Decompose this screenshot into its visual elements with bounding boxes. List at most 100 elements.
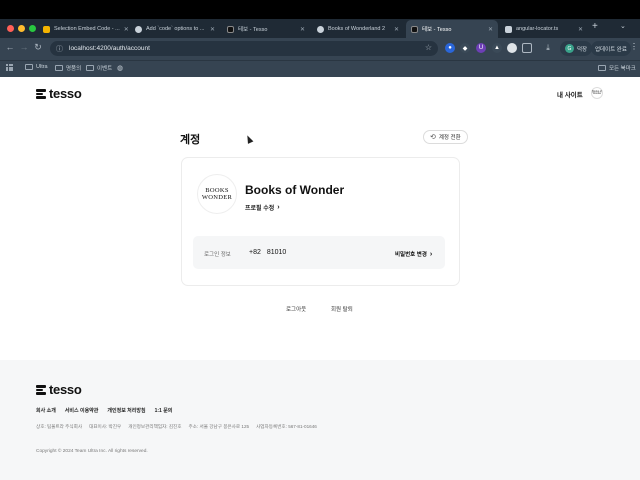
user-avatar[interactable]: Books of Wonder	[591, 87, 603, 99]
phone-country-code: +82	[249, 249, 261, 256]
tab-favicon-icon	[227, 25, 234, 33]
new-tab-icon[interactable]: +	[592, 21, 598, 32]
update-button[interactable]: 업데이트 완료	[591, 41, 631, 56]
phone-number: 81010	[266, 249, 287, 256]
tab-title: Books of Wonderland 2	[328, 26, 386, 32]
browser-tab[interactable]: Selection Embed Code - ... ✕	[38, 21, 128, 37]
minimize-window-button[interactable]	[18, 25, 25, 32]
bookmark-label: 이벤트	[97, 66, 113, 72]
footer-info-item: 상호: 팀울트라 주식회사	[36, 424, 83, 429]
bookmark-label: 모든 북마크	[609, 66, 636, 72]
tab-favicon-icon	[135, 25, 142, 33]
logout-link[interactable]: 로그아웃	[286, 305, 306, 313]
bookmark-label: 명품의	[66, 66, 82, 72]
bookmark-globe[interactable]: ◍	[117, 64, 123, 72]
browser-tab[interactable]: Add `code` options to ... ✕	[130, 21, 220, 37]
extension-icon[interactable]: ◆	[460, 43, 470, 53]
change-password-link[interactable]: 비밀번호 변경 ›	[395, 250, 433, 259]
profile-avatar: G	[565, 44, 574, 53]
edit-profile-label: 프로필 수정	[245, 206, 275, 212]
tab-title: 테보 - Tesso	[422, 27, 452, 33]
bookmark-label: Ultra	[36, 64, 48, 70]
edit-profile-link[interactable]: 프로필 수정 ›	[245, 203, 280, 212]
footer-link-inquiry[interactable]: 1:1 문의	[155, 407, 173, 414]
tab-title: Add `code` options to ...	[146, 26, 205, 32]
folder-icon	[86, 65, 94, 71]
update-label: 업데이트 완료	[595, 46, 627, 53]
close-tab-icon[interactable]: ✕	[124, 26, 128, 33]
extension-icon[interactable]: U	[476, 43, 486, 53]
reload-icon[interactable]: ↻	[32, 42, 44, 53]
profile-button[interactable]: G 덕장	[560, 41, 593, 56]
switch-account-label: 계정 전환	[438, 135, 461, 141]
footer-links: 회사 소개 서비스 이용약관 개인정보 처리방침 1:1 문의	[36, 407, 172, 414]
back-arrow-icon[interactable]: ←	[4, 42, 16, 52]
profile-label: 덕장	[577, 46, 588, 53]
extension-icon[interactable]: ▲	[492, 43, 502, 53]
tesso-logo-icon	[36, 385, 46, 395]
folder-icon	[25, 64, 33, 70]
globe-icon: ◍	[117, 65, 124, 72]
apps-grid-icon[interactable]	[6, 64, 13, 71]
all-bookmarks[interactable]: 모든 북마크	[598, 64, 636, 72]
footer-info-item: 사업자등록번호: 567-81-01646	[256, 424, 317, 429]
tab-search-chevron-icon[interactable]: ⌄	[620, 22, 626, 30]
close-tab-icon[interactable]: ✕	[394, 26, 399, 33]
download-icon[interactable]: ⤓	[543, 43, 553, 53]
close-tab-icon[interactable]: ✕	[488, 26, 493, 33]
address-bar[interactable]: ⓘ localhost:4200/auth/account ☆	[50, 41, 438, 56]
footer-link-about[interactable]: 회사 소개	[36, 407, 56, 414]
url-text[interactable]: localhost:4200/auth/account	[69, 45, 150, 52]
bookmark-star-icon[interactable]: ☆	[425, 43, 432, 52]
window-controls	[7, 25, 36, 32]
extension-icon[interactable]: ●	[445, 43, 455, 53]
tab-title: 테보 - Tesso	[238, 27, 268, 33]
tesso-logo[interactable]: tesso	[36, 86, 82, 101]
footer-copyright: Copyright © 2024 Team Ultra Inc. All rig…	[36, 449, 148, 454]
browser-tab[interactable]: Books of Wonderland 2 ✕	[312, 21, 404, 37]
login-info-row: 로그인 정보 +82 81010 비밀번호 변경 ›	[193, 236, 445, 269]
footer-info-item: 대표이사: 박진우	[89, 424, 122, 429]
browser-tab-active[interactable]: 테보 - Tesso ✕	[406, 20, 498, 38]
switch-account-button[interactable]: ⟲ 계정 전환	[423, 130, 468, 144]
site-name: Books of Wonder	[245, 183, 345, 197]
change-password-label: 비밀번호 변경	[395, 252, 427, 258]
switch-arrows-icon: ⟲	[430, 134, 436, 141]
extension-icon[interactable]	[507, 43, 517, 53]
login-phone: +82 81010	[249, 249, 286, 256]
site-info-icon[interactable]: ⓘ	[56, 44, 63, 54]
bookmark-folder[interactable]: Ultra	[25, 64, 48, 70]
tesso-logo[interactable]: tesso	[36, 382, 82, 397]
withdraw-link[interactable]: 회원 탈퇴	[331, 305, 353, 313]
logo-text: tesso	[49, 382, 82, 397]
tab-favicon-icon	[43, 25, 50, 33]
bookmark-folder[interactable]: 이벤트	[86, 64, 112, 72]
tab-favicon-icon	[317, 25, 324, 33]
folder-icon	[55, 65, 63, 71]
site-logo-line: WONDER	[201, 194, 233, 201]
tab-title: Selection Embed Code - ...	[54, 26, 120, 32]
extensions-puzzle-icon[interactable]	[522, 43, 532, 53]
site-logo-image: BOOKS WONDER	[197, 174, 237, 214]
login-info-label: 로그인 정보	[204, 252, 231, 258]
footer-link-terms[interactable]: 서비스 이용약관	[65, 407, 99, 414]
tesso-logo-icon	[36, 89, 46, 99]
tab-favicon-icon	[411, 25, 418, 33]
close-tab-icon[interactable]: ✕	[300, 26, 305, 33]
close-tab-icon[interactable]: ✕	[210, 26, 215, 33]
bookmark-folder[interactable]: 명품의	[55, 64, 81, 72]
my-sites-link[interactable]: 내 사이트	[557, 89, 583, 99]
maximize-window-button[interactable]	[29, 25, 36, 32]
close-tab-icon[interactable]: ✕	[578, 26, 583, 33]
footer-link-privacy[interactable]: 개인정보 처리방침	[107, 407, 145, 414]
browser-menu-icon[interactable]: ⋮	[630, 42, 638, 51]
close-window-button[interactable]	[7, 25, 14, 32]
folder-icon	[598, 65, 606, 71]
site-logo-line: BOOKS	[205, 186, 229, 194]
browser-tab[interactable]: 테보 - Tesso ✕	[222, 21, 310, 37]
forward-arrow-icon[interactable]: →	[18, 42, 30, 52]
site-footer: tesso 회사 소개 서비스 이용약관 개인정보 처리방침 1:1 문의 상호…	[0, 360, 640, 480]
browser-tab[interactable]: angular-locator.ts ✕	[500, 21, 588, 37]
chevron-right-icon: ›	[429, 250, 433, 258]
screen: Selection Embed Code - ... ✕ Add `code` …	[0, 0, 640, 480]
